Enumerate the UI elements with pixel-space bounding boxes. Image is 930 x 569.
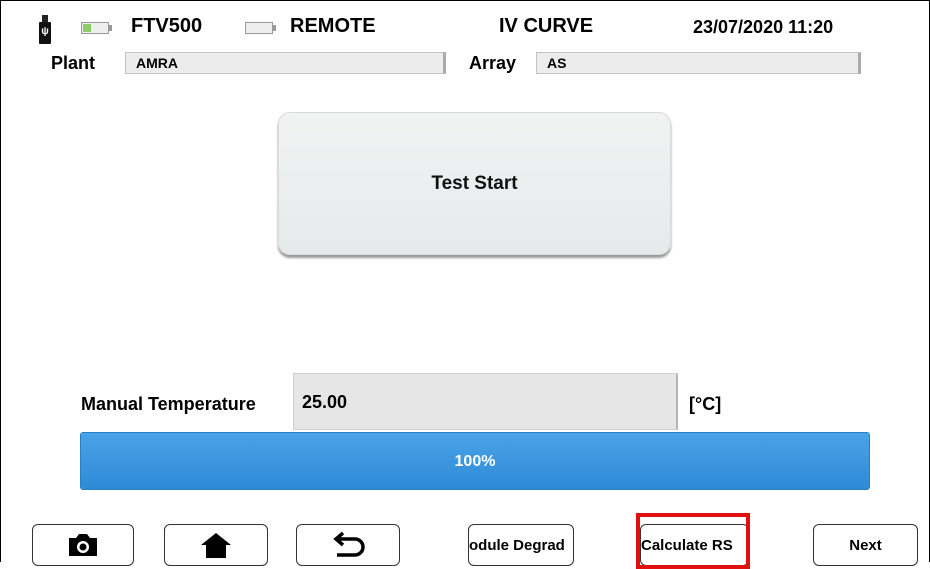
- temperature-unit: [°C]: [689, 394, 722, 414]
- camera-button[interactable]: [32, 524, 134, 566]
- plant-label: Plant: [51, 53, 96, 73]
- camera-icon: [69, 534, 97, 556]
- array-label: Array: [469, 53, 517, 73]
- remote-label: REMOTE: [290, 15, 376, 37]
- next-button[interactable]: Next: [813, 524, 918, 566]
- status-bar: ψ FTV500 REMOTE IV CURVE 23/07/2020 11:2…: [0, 0, 930, 46]
- selection-highlight: [636, 513, 750, 569]
- home-button[interactable]: [164, 524, 268, 566]
- test-start-label: Test Start: [431, 172, 518, 194]
- module-degradation-button[interactable]: odule Degrad: [468, 524, 574, 566]
- home-icon: [201, 533, 231, 558]
- datetime: 23/07/2020 11:20: [693, 17, 834, 37]
- test-start-button[interactable]: Test Start: [278, 112, 671, 255]
- next-label: Next: [849, 536, 882, 554]
- back-arrow-icon: [333, 531, 365, 557]
- manual-temperature-label: Manual Temperature: [81, 394, 256, 414]
- mode-title: IV CURVE: [499, 15, 594, 37]
- progress-label: 100%: [454, 453, 496, 470]
- device-battery-icon: [81, 22, 112, 34]
- manual-temperature-input[interactable]: 25.00: [293, 373, 678, 430]
- usb-icon: ψ: [39, 15, 51, 45]
- progress-bar: 100%: [80, 432, 870, 490]
- back-button[interactable]: [296, 524, 400, 566]
- remote-battery-icon: [245, 22, 276, 34]
- array-field[interactable]: AS: [536, 52, 861, 74]
- plant-field[interactable]: AMRA: [125, 52, 446, 74]
- device-name: FTV500: [131, 15, 203, 37]
- module-degradation-label: odule Degrad: [469, 536, 565, 554]
